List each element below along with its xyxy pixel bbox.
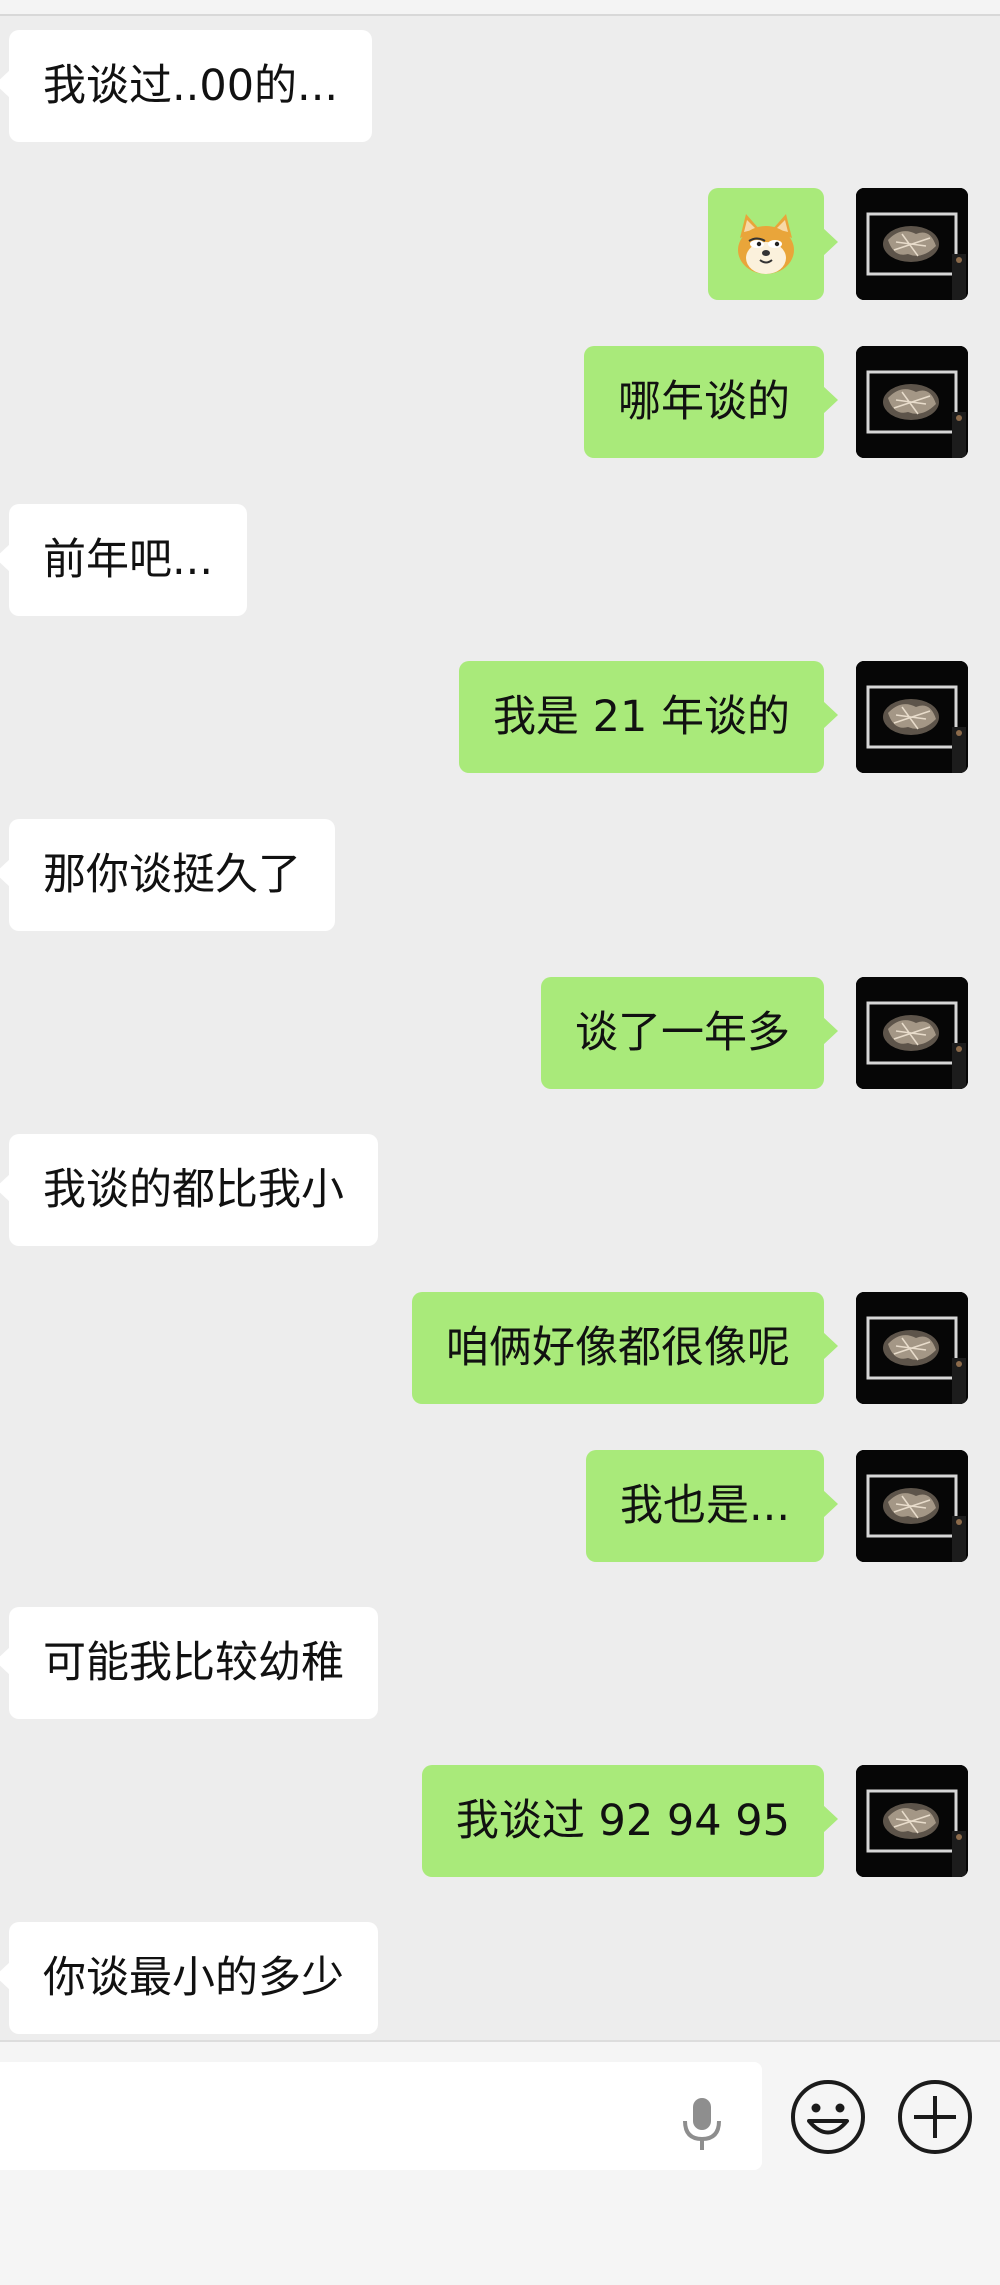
plus-circle-icon[interactable] <box>896 2078 974 2156</box>
message-row: 我谈的都比我小 <box>0 1134 1000 1246</box>
message-row: 谈了一年多 <box>0 977 1000 1089</box>
message-row: 前年吧... <box>0 504 1000 616</box>
message-input[interactable] <box>0 2062 762 2170</box>
my-avatar[interactable] <box>856 1292 968 1404</box>
outgoing-message-bubble[interactable]: 谈了一年多 <box>541 977 838 1089</box>
message-row: 哪年谈的 <box>0 346 1000 458</box>
my-avatar[interactable] <box>856 188 968 300</box>
message-row: 我是 21 年谈的 <box>0 661 1000 773</box>
outgoing-message-bubble[interactable]: 哪年谈的 <box>584 346 838 458</box>
incoming-message-bubble[interactable]: 前年吧... <box>0 504 248 616</box>
message-row <box>0 188 1000 300</box>
smiley-icon[interactable] <box>789 2078 867 2156</box>
message-row: 那你谈挺久了 <box>0 819 1000 931</box>
outgoing-message-bubble[interactable]: 我谈过 92 94 95 <box>421 1765 839 1877</box>
outgoing-emoji-bubble[interactable] <box>708 188 838 300</box>
incoming-message-bubble[interactable]: 我谈过..00的... <box>0 30 373 142</box>
message-row: 咱俩好像都很像呢 <box>0 1292 1000 1404</box>
outgoing-message-bubble[interactable]: 咱俩好像都很像呢 <box>412 1292 838 1404</box>
message-row: 我谈过 92 94 95 <box>0 1765 1000 1877</box>
outgoing-message-bubble[interactable]: 我是 21 年谈的 <box>458 661 839 773</box>
outgoing-message-bubble[interactable]: 我也是... <box>585 1450 839 1562</box>
incoming-message-bubble[interactable]: 那你谈挺久了 <box>0 819 335 931</box>
my-avatar[interactable] <box>856 346 968 458</box>
my-avatar[interactable] <box>856 661 968 773</box>
message-row: 可能我比较幼稚 <box>0 1607 1000 1719</box>
message-row: 你谈最小的多少 <box>0 1922 1000 2034</box>
my-avatar[interactable] <box>856 1450 968 1562</box>
chat-input-bar <box>0 2040 1000 2285</box>
doge-emoji-icon <box>738 213 794 274</box>
my-avatar[interactable] <box>856 977 968 1089</box>
incoming-message-bubble[interactable]: 可能我比较幼稚 <box>0 1607 378 1719</box>
message-row: 我也是... <box>0 1450 1000 1562</box>
incoming-message-bubble[interactable]: 你谈最小的多少 <box>0 1922 378 2034</box>
microphone-icon[interactable] <box>676 2096 728 2152</box>
my-avatar[interactable] <box>856 1765 968 1877</box>
chat-message-list[interactable]: 我谈过..00的... 哪年谈的 前年吧... 我是 21 年谈的 那你谈挺久了… <box>0 0 1000 2040</box>
incoming-message-bubble[interactable]: 我谈的都比我小 <box>0 1134 378 1246</box>
message-row: 我谈过..00的... <box>0 30 1000 142</box>
